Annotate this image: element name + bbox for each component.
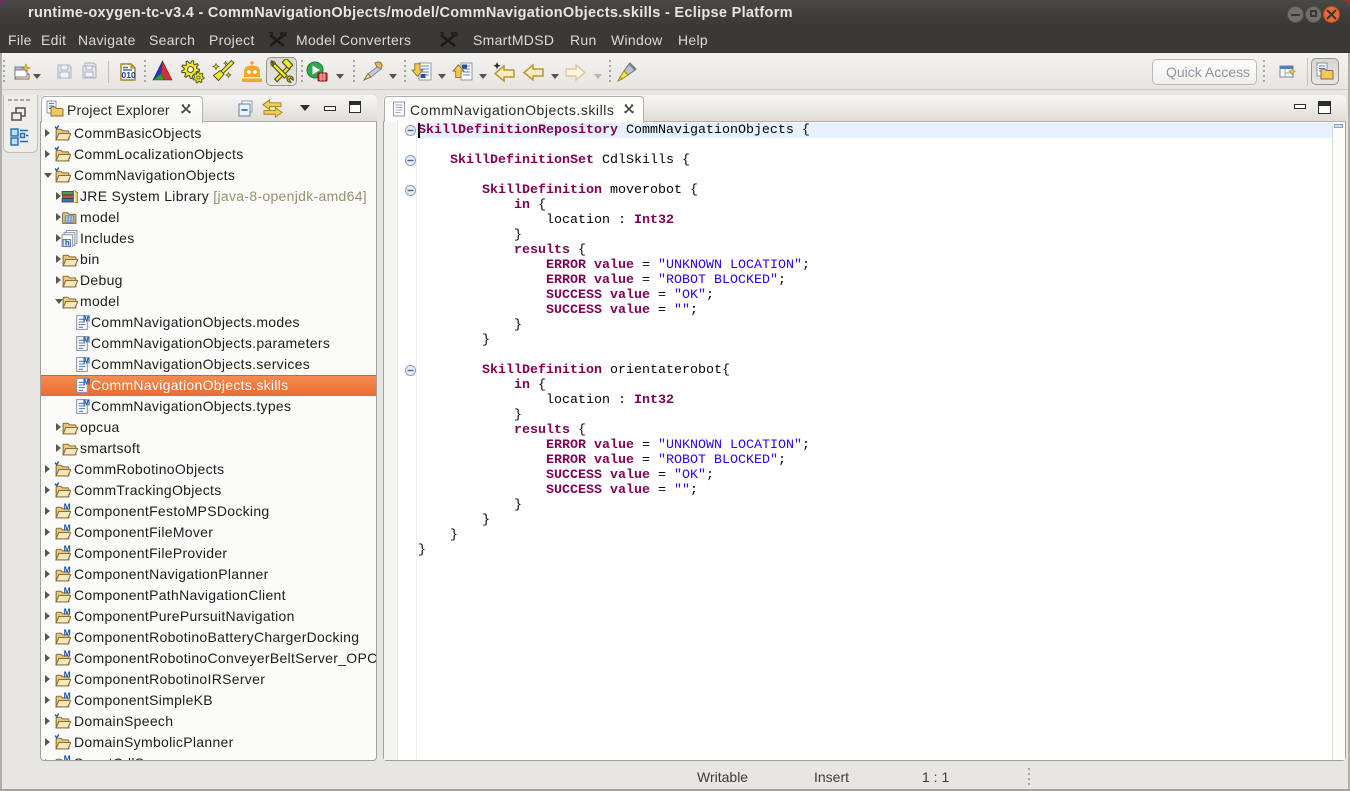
svg-text:M: M xyxy=(64,545,71,553)
svg-text:M: M xyxy=(64,650,71,658)
svg-text:M: M xyxy=(64,566,71,574)
svg-text:M: M xyxy=(64,629,71,637)
svg-text:M: M xyxy=(83,335,90,344)
svg-text:M: M xyxy=(83,398,90,407)
svg-text:M: M xyxy=(64,692,71,700)
svg-text:M: M xyxy=(64,608,71,616)
svg-text:M: M xyxy=(83,314,90,323)
svg-text:h: h xyxy=(65,238,70,246)
svg-text:M: M xyxy=(64,671,71,679)
svg-text:M: M xyxy=(64,587,71,595)
svg-text:M: M xyxy=(83,356,90,365)
svg-text:M: M xyxy=(64,524,71,532)
svg-text:M: M xyxy=(83,377,90,386)
svg-text:010: 010 xyxy=(122,70,136,80)
svg-text:M: M xyxy=(64,503,71,511)
svg-text:M: M xyxy=(64,755,71,761)
